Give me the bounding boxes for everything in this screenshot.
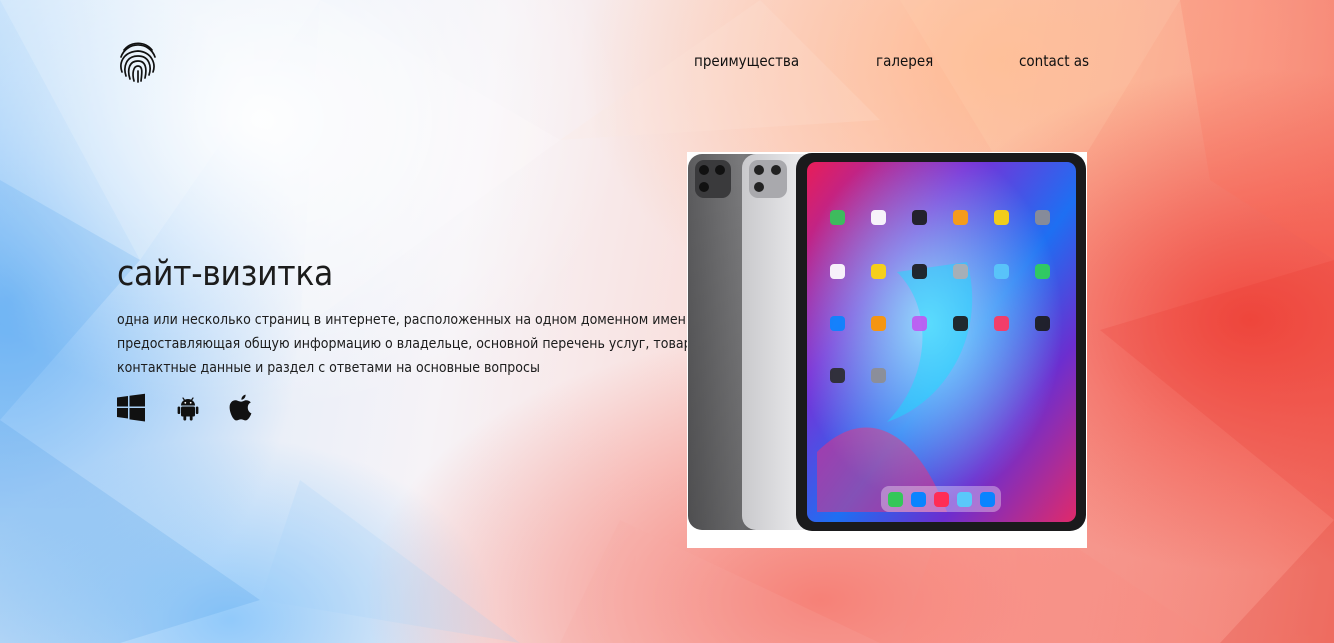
fingerprint-icon [120,42,156,83]
product-image [687,152,1087,548]
nav-link-contact[interactable]: contact as [1019,52,1089,70]
hero-description-line: одна или несколько страниц в интернете, … [117,312,699,328]
ipad-pro-image [688,153,1086,531]
nav-link-gallery[interactable]: галерея [876,52,933,70]
fingerprint-logo[interactable] [116,40,160,84]
hero-description: одна или несколько страниц в интернете, … [117,308,711,380]
hero-description-line: контактные данные и раздел с ответами на… [117,360,540,376]
android-icon[interactable] [173,393,203,423]
hero-description-line: предоставляющая общую информацию о владе… [117,336,711,352]
windows-icon[interactable] [116,393,146,423]
nav-link-advantages[interactable]: преимущества [694,52,799,70]
apple-icon[interactable] [226,393,256,423]
hero-title: сайт-визитка [117,254,334,294]
